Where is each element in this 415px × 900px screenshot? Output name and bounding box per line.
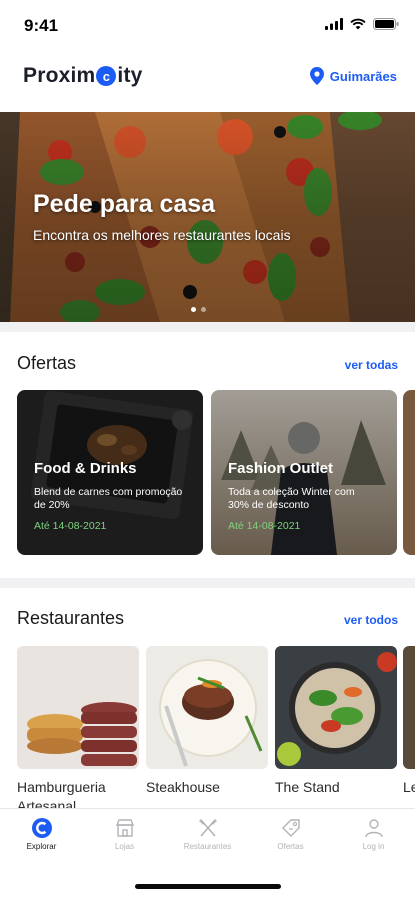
section-divider xyxy=(0,578,415,588)
restaurant-card[interactable]: The Stand xyxy=(275,646,397,797)
offer-description: Blend de carnes com promoção de 20% xyxy=(34,486,183,511)
burger-image xyxy=(17,646,139,769)
tab-log-in[interactable]: Log in xyxy=(332,817,415,851)
steak-image xyxy=(146,646,268,769)
explore-icon xyxy=(31,818,52,838)
offer-date: Até 14-08-2021 xyxy=(34,520,107,532)
logo-text-prefix: Proxim xyxy=(23,64,96,87)
logo-text-suffix: ity xyxy=(117,64,143,87)
offers-see-all-link[interactable]: ver todas xyxy=(345,358,398,372)
location-label: Guimarães xyxy=(329,68,397,84)
offer-title: Food & Drinks xyxy=(34,460,137,477)
tab-restaurantes[interactable]: Restaurantes xyxy=(166,817,249,851)
tab-label: Lojas xyxy=(114,842,135,851)
tab-label: Ofertas xyxy=(277,842,304,851)
restaurant-card[interactable]: Hamburgueria Artesanal xyxy=(17,646,139,816)
restaurant-card-partial[interactable]: Le xyxy=(403,646,415,797)
location-pin-icon xyxy=(309,67,324,85)
offer-card[interactable]: Food & Drinks Blend de carnes com promoç… xyxy=(17,390,203,555)
tab-lojas[interactable]: Lojas xyxy=(83,817,166,851)
salad-bowl-image xyxy=(275,646,397,769)
offer-description: Toda a coleção Winter com 30% de descont… xyxy=(228,486,355,511)
offers-section-title: Ofertas xyxy=(17,353,77,373)
store-icon xyxy=(115,819,134,837)
tab-ofertas[interactable]: Ofertas xyxy=(249,817,332,851)
tab-label: Restaurantes xyxy=(183,842,232,851)
tab-explorar[interactable]: Explorar xyxy=(0,817,83,851)
status-icons xyxy=(325,18,399,30)
user-icon xyxy=(364,819,383,838)
signal-icon xyxy=(325,18,343,30)
home-indicator xyxy=(135,884,281,889)
restaurants-see-all-link[interactable]: ver todos xyxy=(344,613,398,627)
hero-title: Pede para casa xyxy=(33,190,216,218)
restaurant-name: Steakhouse xyxy=(146,779,220,795)
wifi-icon xyxy=(350,18,366,30)
tab-label: Explorar xyxy=(26,842,57,851)
offer-card[interactable]: Fashion Outlet Toda a coleção Winter com… xyxy=(211,390,397,555)
logo-mark: c xyxy=(96,66,117,86)
restaurant-image xyxy=(403,646,415,769)
app-header: Proxim c ity Guimarães xyxy=(0,52,415,110)
section-divider xyxy=(0,322,415,332)
hero-subtitle: Encontra os melhores restaurantes locais xyxy=(33,227,291,243)
app-logo[interactable]: Proxim c ity xyxy=(23,64,143,88)
offer-title: Fashion Outlet xyxy=(228,460,333,477)
offer-date: Até 14-08-2021 xyxy=(228,520,301,532)
hero-banner[interactable]: Pede para casa Encontra os melhores rest… xyxy=(0,112,415,322)
status-time: 9:41 xyxy=(24,16,59,35)
tag-icon xyxy=(281,819,300,837)
location-selector[interactable]: Guimarães xyxy=(309,67,397,85)
restaurant-image xyxy=(146,646,268,769)
restaurant-image xyxy=(17,646,139,769)
fork-knife-icon xyxy=(198,819,217,837)
status-bar: 9:41 xyxy=(0,0,415,52)
carousel-dots[interactable] xyxy=(191,307,206,312)
restaurant-name: Le xyxy=(403,779,415,795)
tab-label: Log in xyxy=(362,842,385,851)
restaurant-card[interactable]: Steakhouse xyxy=(146,646,268,797)
offer-card-partial[interactable] xyxy=(403,390,415,555)
restaurant-name: The Stand xyxy=(275,779,340,795)
battery-icon xyxy=(373,18,399,30)
restaurant-image xyxy=(275,646,397,769)
restaurants-section-title: Restaurantes xyxy=(17,608,125,628)
carousel-dot[interactable] xyxy=(201,307,206,312)
carousel-dot[interactable] xyxy=(191,307,196,312)
